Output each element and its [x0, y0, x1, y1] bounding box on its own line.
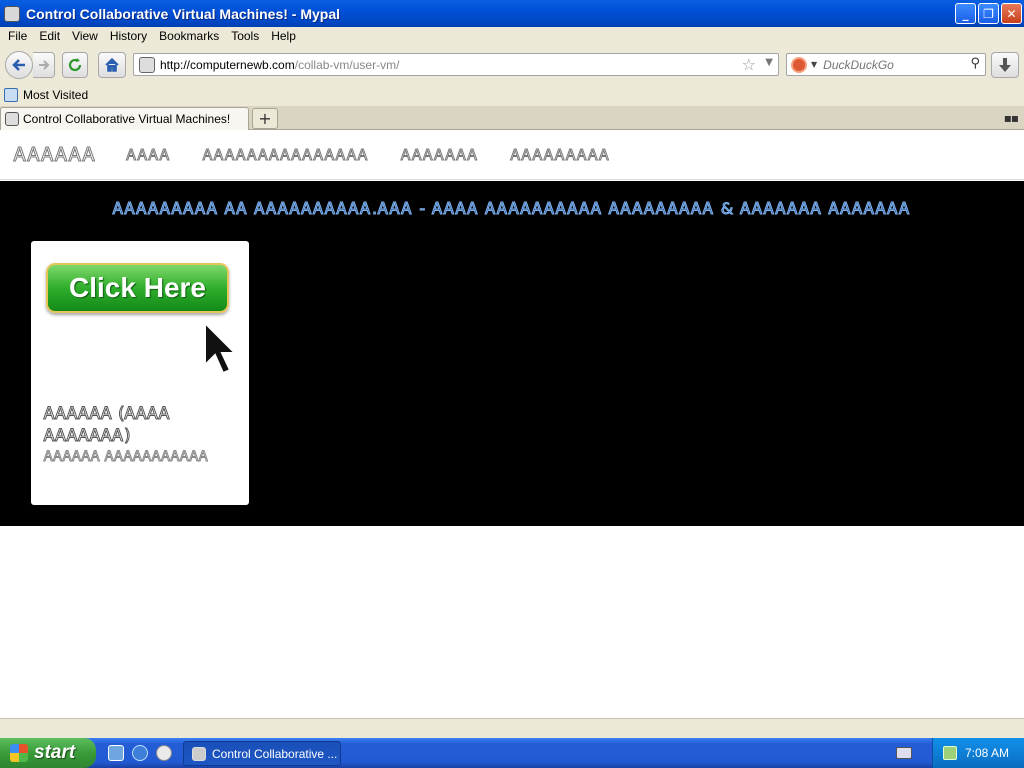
status-bar — [0, 718, 1024, 738]
download-arrow-icon — [999, 58, 1011, 72]
menu-bookmarks[interactable]: Bookmarks — [153, 29, 225, 43]
tab-control-collaborative-vm[interactable]: Control Collaborative Virtual Machines! — [0, 107, 249, 130]
back-arrow-icon — [12, 59, 25, 71]
downloads-button[interactable] — [991, 52, 1019, 78]
search-bar[interactable]: ▼ ⚲ — [786, 53, 986, 76]
clock[interactable]: 7:08 AM — [965, 746, 1009, 760]
click-here-button[interactable]: Click Here — [46, 263, 229, 313]
most-visited-icon — [4, 87, 18, 102]
search-input[interactable] — [823, 57, 964, 72]
click-here-label: Click Here — [69, 272, 206, 303]
tab-strip: Control Collaborative Virtual Machines! … — [0, 106, 1024, 130]
mypal-taskbar-icon — [192, 746, 206, 761]
vm-card[interactable]: Click Here ᎪᎪᎪᎪᎪᎪ (ᎪᎪᎪᎪ ᎪᎪᎪᎪᎪᎪᎪ) ᎪᎪᎪᎪᎪᎪ … — [31, 241, 249, 505]
menu-view[interactable]: View — [66, 29, 104, 43]
network-icon[interactable] — [943, 746, 957, 760]
site-nav-item[interactable]: ᎪᎪᎪᎪᎪᎪᎪᎪᎪᎪᎪᎪᎪᎪᎪ — [202, 145, 369, 164]
media-player-icon[interactable] — [156, 745, 172, 761]
taskbar-item-mypal[interactable]: Control Collaborative ... — [183, 741, 341, 766]
list-all-tabs-icon[interactable]: ▪▪ — [1004, 111, 1019, 125]
menu-edit[interactable]: Edit — [33, 29, 66, 43]
menu-bar: File Edit View History Bookmarks Tools H… — [0, 27, 1024, 45]
search-engine-dropdown-icon[interactable]: ▼ — [811, 60, 817, 69]
windows-taskbar: start Control Collaborative ... 7:08 AM — [0, 738, 1024, 768]
tab-favicon — [5, 112, 19, 126]
language-bar-icon[interactable] — [896, 747, 912, 759]
system-tray: 7:08 AM — [932, 738, 1024, 768]
window-title-bar: Control Collaborative Virtual Machines! … — [0, 0, 1024, 27]
address-bar[interactable]: http://computernewb.com/collab-vm/user-v… — [133, 53, 779, 76]
site-nav-item[interactable]: ᎪᎪᎪᎪᎪᎪᎪ — [401, 145, 479, 164]
bookmark-most-visited[interactable]: Most Visited — [23, 88, 88, 102]
minimize-button[interactable]: _ — [955, 3, 976, 24]
start-label: start — [34, 742, 76, 763]
forward-arrow-icon — [38, 60, 49, 70]
tab-label: Control Collaborative Virtual Machines! — [23, 112, 231, 126]
window-title: Control Collaborative Virtual Machines! … — [26, 5, 341, 22]
reload-button[interactable] — [62, 52, 88, 78]
windows-logo-icon — [10, 744, 28, 762]
menu-help[interactable]: Help — [265, 29, 302, 43]
vm-title: ᎪᎪᎪᎪᎪᎪ (ᎪᎪᎪᎪ ᎪᎪᎪᎪᎪᎪᎪ) — [44, 404, 171, 447]
navigation-toolbar: http://computernewb.com/collab-vm/user-v… — [0, 45, 1024, 83]
site-brand[interactable]: ᎪᎪᎪᎪᎪᎪ — [14, 143, 97, 166]
site-navigation: ᎪᎪᎪᎪᎪᎪ ᎪᎪᎪᎪ ᎪᎪᎪᎪᎪᎪᎪᎪᎪᎪᎪᎪᎪᎪᎪ ᎪᎪᎪᎪᎪᎪᎪ ᎪᎪᎪᎪ… — [0, 130, 1024, 180]
url-text[interactable]: http://computernewb.com/collab-vm/user-v… — [160, 58, 399, 72]
menu-tools[interactable]: Tools — [225, 29, 265, 43]
site-nav-item[interactable]: ᎪᎪᎪᎪᎪᎪᎪᎪᎪ — [510, 145, 611, 164]
reload-icon — [68, 58, 82, 72]
bookmarks-toolbar: Most Visited — [0, 83, 1024, 106]
show-desktop-icon[interactable] — [108, 745, 124, 761]
back-button[interactable] — [5, 51, 33, 79]
close-button[interactable]: ✕ — [1001, 3, 1022, 24]
vm-listing-section: ᎪᎪᎪᎪᎪᎪᎪᎪᎪ ᎪᎪ ᎪᎪᎪᎪᎪᎪᎪᎪᎪᎪ.ᎪᎪᎪ - ᎪᎪᎪᎪ ᎪᎪᎪᎪᎪ… — [0, 181, 1024, 526]
mypal-app-icon — [4, 5, 20, 22]
taskbar-item-label: Control Collaborative ... — [212, 746, 338, 761]
menu-history[interactable]: History — [104, 29, 153, 43]
home-icon — [105, 57, 119, 72]
site-identity-icon[interactable] — [139, 56, 155, 73]
new-tab-button[interactable]: + — [252, 108, 278, 129]
bookmark-star-icon[interactable]: ☆ — [742, 55, 756, 74]
internet-explorer-icon[interactable] — [132, 745, 148, 761]
search-icon[interactable]: ⚲ — [970, 56, 980, 71]
site-nav-item[interactable]: ᎪᎪᎪᎪ — [126, 145, 171, 164]
home-button[interactable] — [98, 52, 126, 78]
menu-file[interactable]: File — [2, 29, 33, 43]
vm-subtitle: ᎪᎪᎪᎪᎪᎪ ᎪᎪᎪᎪᎪᎪᎪᎪᎪᎪᎪ — [44, 449, 209, 466]
page-content: ᎪᎪᎪᎪᎪᎪ ᎪᎪᎪᎪ ᎪᎪᎪᎪᎪᎪᎪᎪᎪᎪᎪᎪᎪᎪᎪ ᎪᎪᎪᎪᎪᎪᎪ ᎪᎪᎪᎪ… — [0, 130, 1024, 718]
hero-title: ᎪᎪᎪᎪᎪᎪᎪᎪᎪ ᎪᎪ ᎪᎪᎪᎪᎪᎪᎪᎪᎪᎪ.ᎪᎪᎪ - ᎪᎪᎪᎪ ᎪᎪᎪᎪᎪ… — [113, 199, 911, 219]
duckduckgo-icon[interactable] — [791, 56, 807, 73]
cursor-pointer-icon — [204, 321, 237, 375]
forward-button[interactable] — [33, 52, 55, 78]
restore-button[interactable]: ❐ — [978, 3, 999, 24]
start-button[interactable]: start — [0, 738, 96, 768]
url-dropdown-icon[interactable]: ▼ — [765, 57, 773, 68]
